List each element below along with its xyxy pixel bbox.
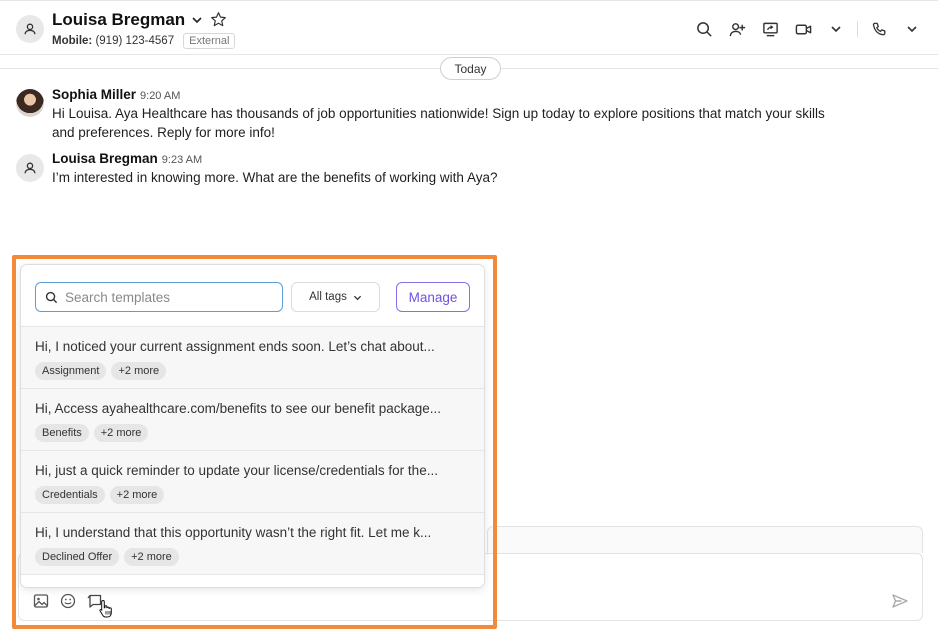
search-button[interactable]	[692, 17, 716, 41]
tag-chip: Assignment	[35, 362, 107, 380]
tags-filter-dropdown[interactable]: All tags	[291, 282, 380, 312]
video-options-button[interactable]	[824, 17, 848, 41]
message-text: Hi Louisa. Aya Healthcare has thousands …	[52, 104, 912, 142]
contact-subtitle: Mobile: (919) 123-4567 External	[52, 33, 236, 49]
phone-call-button[interactable]	[867, 17, 891, 41]
composer-toolbar	[32, 592, 103, 609]
chevron-down-icon	[907, 26, 917, 33]
template-item[interactable]: Hi, I noticed your current assignment en…	[21, 326, 484, 388]
template-list: Hi, I noticed your current assignment en…	[21, 326, 484, 574]
template-item[interactable]: Hi, I understand that this opportunity w…	[21, 512, 484, 574]
video-call-button[interactable]	[791, 17, 815, 41]
template-item[interactable]: Hi, just a quick reminder to update your…	[21, 450, 484, 512]
share-screen-icon	[762, 22, 778, 36]
message-time: 9:20 AM	[140, 90, 181, 102]
tag-chip: Declined Offer	[35, 548, 120, 566]
template-item[interactable]: Hi, Access ayahealthcare.com/benefits to…	[21, 388, 484, 450]
header-actions	[683, 17, 924, 41]
send-icon[interactable]	[891, 592, 909, 610]
add-participant-button[interactable]	[725, 17, 749, 41]
tag-chip: Benefits	[35, 424, 89, 442]
more-tags-chip[interactable]: +2 more	[124, 548, 179, 566]
conversation-header: Louisa Bregman Mobile: (919) 123-4567 Ex…	[0, 0, 938, 55]
template-search-input[interactable]	[65, 289, 265, 305]
video-icon	[795, 24, 811, 34]
chevron-down-icon[interactable]	[191, 14, 203, 26]
more-tags-chip[interactable]: +2 more	[93, 424, 149, 442]
message-line: I’m interested in knowing more. What are…	[52, 170, 498, 185]
divider	[857, 21, 858, 37]
template-text: Hi, I understand that this opportunity w…	[35, 525, 432, 540]
template-tags: Assignment +2 more	[35, 362, 484, 380]
message-line: and preferences. Reply for more info!	[52, 125, 275, 140]
chevron-down-icon	[831, 26, 841, 33]
template-text: Hi, Access ayahealthcare.com/benefits to…	[35, 401, 441, 416]
message-author[interactable]: Sophia Miller 9:20 AM	[52, 87, 180, 102]
manage-templates-button[interactable]: Manage	[396, 282, 470, 312]
add-person-icon	[729, 22, 745, 36]
message-line: Hi Louisa. Aya Healthcare has thousands …	[52, 106, 825, 121]
message-text: I’m interested in knowing more. What are…	[52, 168, 912, 187]
template-tags: Credentials +2 more	[35, 486, 484, 504]
more-tags-chip[interactable]: +2 more	[109, 486, 165, 504]
star-icon[interactable]	[210, 11, 227, 28]
external-badge: External	[183, 33, 236, 49]
author-name: Louisa Bregman	[52, 151, 158, 166]
author-name: Sophia Miller	[52, 87, 137, 102]
template-tags: Declined Offer +2 more	[35, 548, 484, 566]
popup-footer	[21, 574, 484, 587]
share-screen-button[interactable]	[758, 17, 782, 41]
sophia-avatar[interactable]	[16, 89, 44, 117]
more-tags-chip[interactable]: +2 more	[111, 362, 167, 380]
tags-filter-label: All tags	[309, 291, 347, 303]
message-time: 9:23 AM	[161, 154, 203, 166]
person-icon	[24, 23, 36, 35]
louisa-avatar[interactable]	[16, 154, 44, 182]
contact-name[interactable]: Louisa Bregman	[52, 10, 185, 30]
date-divider-label: Today	[440, 57, 501, 80]
search-icon	[45, 291, 58, 303]
person-icon	[24, 162, 36, 174]
chevron-down-icon	[353, 295, 361, 300]
mobile-label: Mobile:	[52, 35, 93, 47]
mobile-number[interactable]: (919) 123-4567	[95, 35, 174, 47]
message-author[interactable]: Louisa Bregman 9:23 AM	[52, 151, 202, 166]
phone-icon	[872, 22, 885, 35]
phone-options-button[interactable]	[900, 17, 924, 41]
emoji-button[interactable]	[59, 592, 76, 609]
template-tags: Benefits +2 more	[35, 424, 484, 442]
composer-top-strip	[487, 526, 923, 553]
hand-cursor-icon	[99, 599, 112, 618]
attach-image-button[interactable]	[32, 592, 49, 609]
template-search-field[interactable]	[35, 282, 283, 312]
contact-avatar[interactable]	[16, 15, 44, 43]
tag-chip: Credentials	[35, 486, 105, 504]
search-icon	[696, 21, 712, 37]
templates-popup: All tags Manage Hi, I noticed your curre…	[20, 264, 485, 588]
template-text: Hi, I noticed your current assignment en…	[35, 339, 435, 354]
image-icon	[33, 593, 48, 608]
template-text: Hi, just a quick reminder to update your…	[35, 463, 438, 478]
emoji-icon	[60, 593, 75, 608]
